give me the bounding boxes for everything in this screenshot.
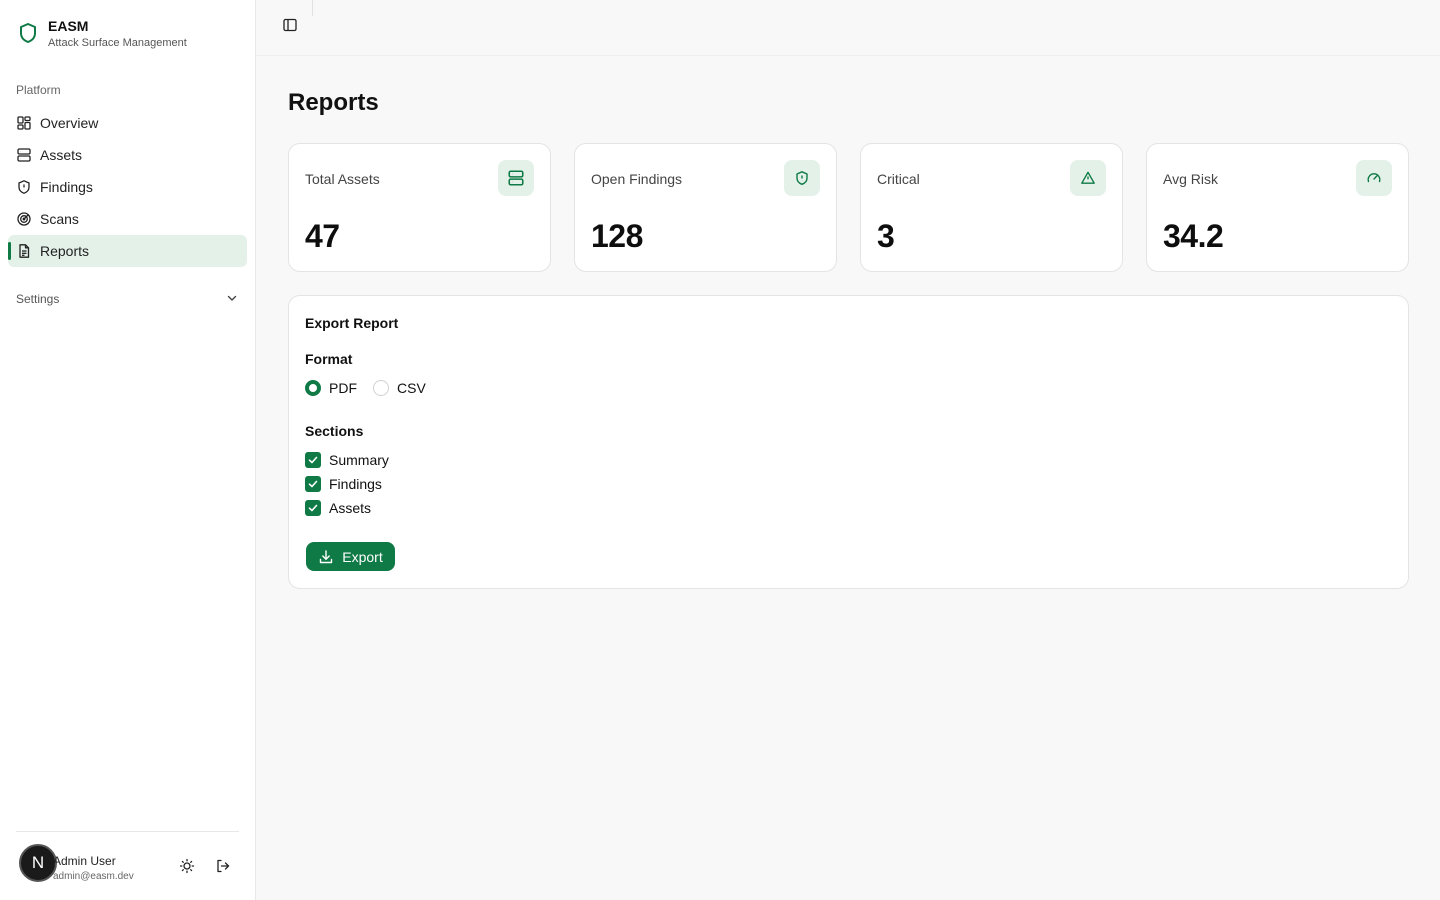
sidebar-item-overview[interactable]: Overview [8,107,247,139]
server-icon [16,147,32,163]
sidebar-item-label: Assets [40,147,83,163]
file-text-icon [16,243,32,259]
logout-icon [215,858,231,879]
chevron-down-icon [225,291,239,308]
sidebar-toggle-button[interactable] [280,16,300,38]
app-subtitle: Attack Surface Management [48,37,187,49]
shield-logo-icon [16,21,40,45]
sidebar-item-label: Scans [40,211,79,227]
page-title: Reports [288,89,379,116]
shield-alert-icon [16,179,32,195]
radio-pdf[interactable] [305,380,321,396]
sidebar-item-findings[interactable]: Findings [8,171,247,203]
checkbox-label[interactable]: Summary [329,452,389,468]
sun-icon [179,858,195,879]
sections-label: Sections [305,423,364,439]
stat-value: 3 [877,218,895,254]
format-radio-group: PDF CSV [305,380,442,396]
section-option-assets: Assets [305,500,371,516]
topbar-divider [312,0,313,16]
sidebar: EASM Attack Surface Management Platform … [0,0,256,900]
checkbox-label[interactable]: Findings [329,476,382,492]
radio-csv[interactable] [373,380,389,396]
download-icon [318,549,334,565]
stat-card-open-findings: Open Findings 128 [574,143,837,272]
export-card-title: Export Report [305,315,399,331]
warning-triangle-icon [1070,160,1106,196]
user-email: admin@easm.dev [53,871,134,882]
radio-csv-label[interactable]: CSV [397,380,426,396]
user-name: Admin User [53,854,116,868]
section-option-findings: Findings [305,476,382,492]
logout-button[interactable] [213,858,233,878]
sidebar-item-label: Overview [40,115,99,131]
radio-pdf-label[interactable]: PDF [329,380,357,396]
nav-group-label: Platform [16,83,61,97]
export-report-card: Export Report Format PDF CSV Sections Su… [288,295,1409,589]
sidebar-item-reports[interactable]: Reports [8,235,247,267]
checkbox-findings[interactable] [305,476,321,492]
settings-collapsible[interactable]: Settings [16,287,239,311]
stat-card-total-assets: Total Assets 47 [288,143,551,272]
user-section: N Admin User admin@easm.dev [16,831,239,900]
grid-icon [16,115,32,131]
sidebar-item-assets[interactable]: Assets [8,139,247,171]
section-option-summary: Summary [305,452,389,468]
stat-value: 128 [591,218,643,254]
export-button-label: Export [342,548,383,565]
radar-icon [16,211,32,227]
app-name: EASM [48,18,89,34]
export-button[interactable]: Export [306,542,395,571]
theme-toggle-button[interactable] [177,858,197,878]
stat-card-avg-risk: Avg Risk 34.2 [1146,143,1409,272]
server-icon [498,160,534,196]
brand[interactable]: EASM Attack Surface Management [16,17,187,50]
sidebar-nav: Overview Assets Findings Scans Reports [8,107,247,267]
checkbox-label[interactable]: Assets [329,500,371,516]
checkbox-assets[interactable] [305,500,321,516]
checkbox-summary[interactable] [305,452,321,468]
stat-value: 34.2 [1163,218,1224,254]
panel-left-icon [282,17,298,38]
topbar [256,0,1440,56]
stat-label: Total Assets [305,171,380,187]
shield-alert-icon [784,160,820,196]
sidebar-item-scans[interactable]: Scans [8,203,247,235]
stat-card-critical: Critical 3 [860,143,1123,272]
gauge-icon [1356,160,1392,196]
stat-label: Critical [877,171,920,187]
format-label: Format [305,351,353,367]
avatar[interactable]: N [19,844,57,882]
stat-label: Open Findings [591,171,683,187]
settings-label: Settings [16,292,60,306]
sidebar-item-label: Reports [40,243,90,259]
stat-value: 47 [305,218,340,254]
stat-label: Avg Risk [1163,171,1218,187]
sidebar-item-label: Findings [40,179,93,195]
